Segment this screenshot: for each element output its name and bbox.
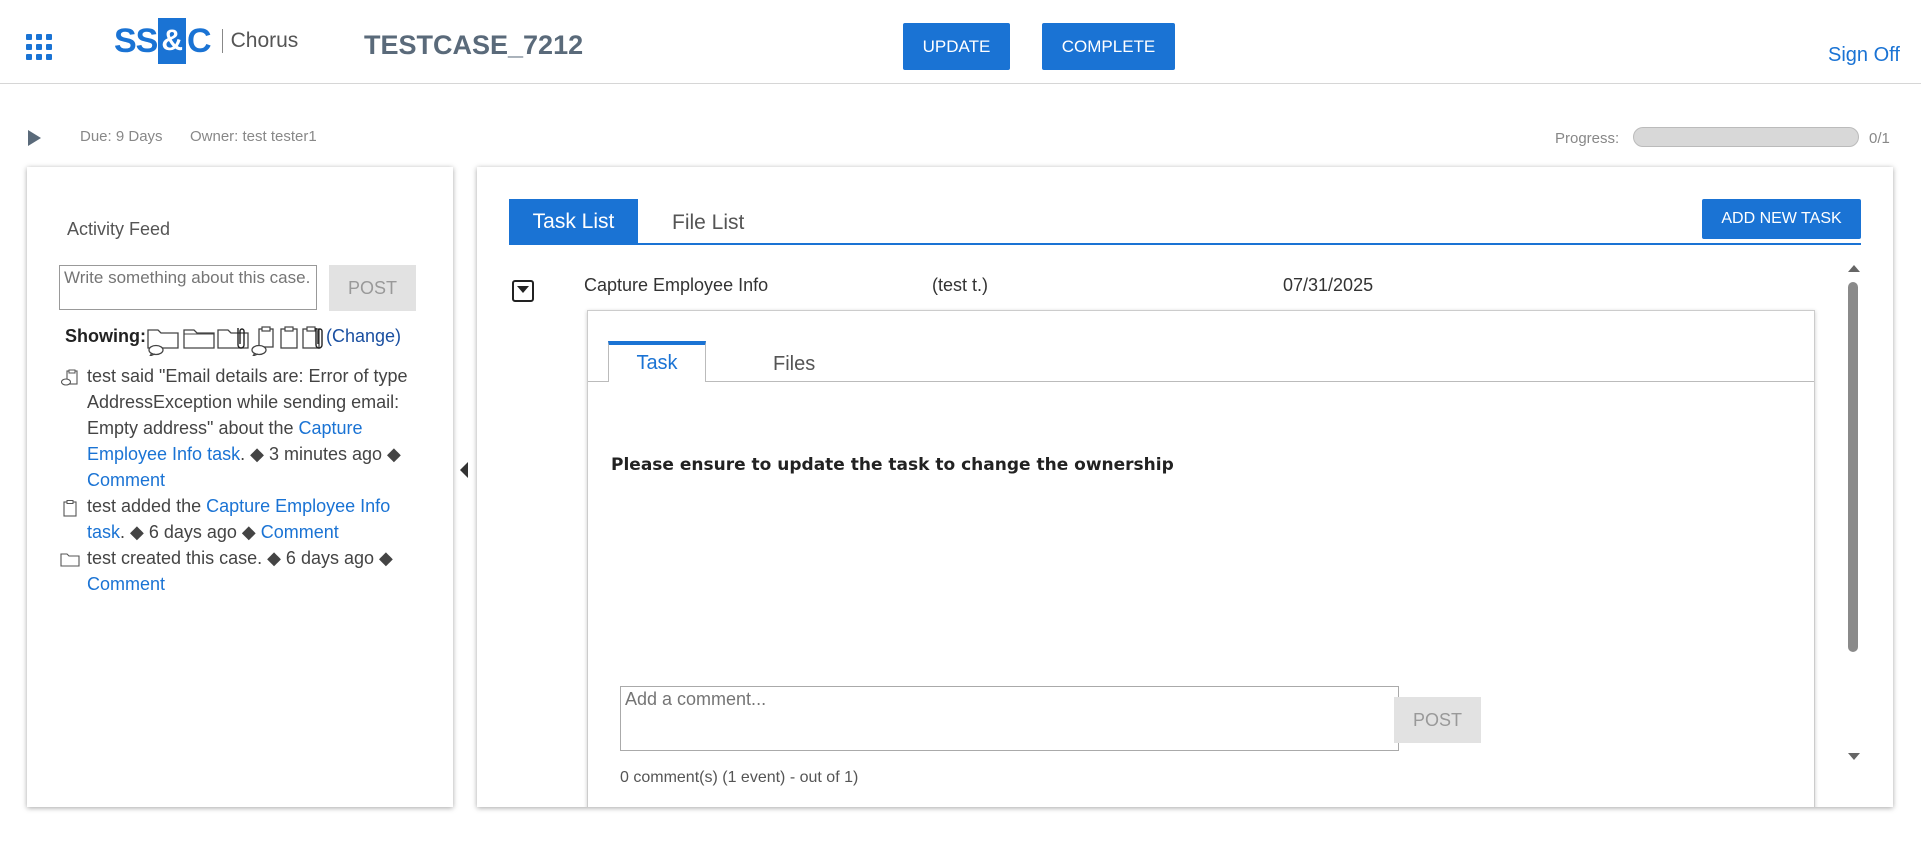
comment-post-button[interactable]: POST bbox=[1394, 697, 1481, 743]
comment-clipboard-icon bbox=[59, 369, 81, 387]
task-owner: (test t.) bbox=[932, 275, 989, 295]
feed-item-meta: . ◆ 6 days ago ◆ bbox=[120, 522, 261, 542]
feed-item: test said "Email details are: Error of t… bbox=[59, 363, 439, 493]
task-expand-toggle-icon[interactable] bbox=[512, 280, 534, 302]
case-title: TESTCASE_7212 bbox=[364, 30, 584, 60]
task-instructions: Please ensure to update the task to chan… bbox=[611, 455, 1174, 475]
scroll-thumb[interactable] bbox=[1848, 282, 1858, 652]
feed-item-body: test added the bbox=[87, 496, 207, 516]
clipboard-icon[interactable] bbox=[278, 324, 300, 355]
comment-count: 0 comment(s) (1 event) - out of 1) bbox=[620, 769, 859, 786]
clipboard-icon bbox=[59, 499, 81, 517]
tab-file-list[interactable]: File List bbox=[672, 211, 744, 235]
progress-label: Progress: bbox=[1555, 130, 1620, 147]
comment-link[interactable]: Comment bbox=[87, 574, 165, 594]
feed-item-text: test said "Email details are: Error of t… bbox=[87, 363, 432, 493]
scroll-down-icon[interactable] bbox=[1848, 753, 1860, 760]
play-icon[interactable] bbox=[28, 130, 41, 146]
task-panel: Task List File List ADD NEW TASK Capture… bbox=[477, 167, 1893, 807]
feed-item: test added the Capture Employee Info tas… bbox=[59, 493, 439, 545]
activity-feed-input[interactable] bbox=[59, 265, 317, 310]
tab-task[interactable]: Task bbox=[608, 341, 706, 382]
logo-divider bbox=[221, 29, 223, 53]
feed-item: test created this case. ◆ 6 days ago ◆ C… bbox=[59, 545, 439, 597]
activity-post-button[interactable]: POST bbox=[329, 265, 416, 311]
feed-item-body: test created this case. ◆ 6 days ago ◆ bbox=[87, 548, 393, 568]
comment-link[interactable]: Comment bbox=[87, 470, 165, 490]
showing-label: Showing: bbox=[65, 326, 146, 346]
progress-bar bbox=[1633, 127, 1859, 147]
tab-files[interactable]: Files bbox=[773, 353, 815, 376]
collapse-panel-icon[interactable] bbox=[460, 462, 468, 478]
clipboard-comment-icon[interactable] bbox=[250, 324, 278, 361]
scroll-up-icon[interactable] bbox=[1848, 265, 1860, 272]
task-name[interactable]: Capture Employee Info bbox=[584, 275, 768, 296]
feed-filter: Showing: (Change) bbox=[65, 322, 401, 361]
task-detail-card: Task Files Please ensure to update the t… bbox=[587, 310, 1815, 807]
activity-feed-panel: Activity Feed POST Showing: (Change) tes bbox=[27, 167, 453, 807]
vertical-scrollbar[interactable] bbox=[1846, 265, 1860, 765]
clipboard-attachment-icon[interactable] bbox=[300, 324, 326, 357]
logo-text-amp: & bbox=[158, 18, 187, 64]
add-new-task-button[interactable]: ADD NEW TASK bbox=[1702, 199, 1861, 239]
feed-item-text: test added the Capture Employee Info tas… bbox=[87, 493, 432, 545]
activity-feed-title: Activity Feed bbox=[67, 219, 171, 239]
folder-icon bbox=[59, 551, 81, 567]
logo-text-c: C bbox=[187, 21, 212, 60]
apps-grid-icon[interactable] bbox=[26, 34, 52, 60]
comment-input[interactable] bbox=[620, 686, 1399, 751]
feed-item-meta: . ◆ 3 minutes ago ◆ bbox=[240, 444, 401, 464]
sign-off-link[interactable]: Sign Off bbox=[1828, 44, 1900, 67]
complete-button[interactable]: COMPLETE bbox=[1042, 23, 1175, 70]
change-filter-link[interactable]: (Change) bbox=[326, 326, 401, 347]
task-date: 07/31/2025 bbox=[1283, 275, 1374, 295]
app-header: SS & C Chorus TESTCASE_7212 UPDATE COMPLET… bbox=[0, 0, 1921, 84]
detail-tabs-underline bbox=[588, 381, 1814, 382]
activity-feed-list: test said "Email details are: Error of t… bbox=[59, 363, 439, 597]
logo-product-name: Chorus bbox=[230, 29, 299, 52]
folder-comment-icon[interactable] bbox=[146, 324, 182, 361]
update-button[interactable]: UPDATE bbox=[903, 23, 1010, 70]
tab-task-list[interactable]: Task List bbox=[509, 199, 638, 244]
ssc-chorus-logo: SS & C Chorus bbox=[114, 18, 298, 64]
folder-icon[interactable] bbox=[182, 324, 216, 355]
tabs-underline bbox=[509, 243, 1861, 245]
feed-item-text: test created this case. ◆ 6 days ago ◆ C… bbox=[87, 545, 432, 597]
folder-attachment-icon[interactable] bbox=[216, 324, 250, 357]
progress-count: 0/1 bbox=[1869, 130, 1890, 147]
comment-link[interactable]: Comment bbox=[261, 522, 339, 542]
logo-text-ss: SS bbox=[114, 21, 158, 60]
due-text: Due: 9 Days bbox=[80, 128, 163, 145]
owner-text: Owner: test tester1 bbox=[190, 128, 317, 145]
